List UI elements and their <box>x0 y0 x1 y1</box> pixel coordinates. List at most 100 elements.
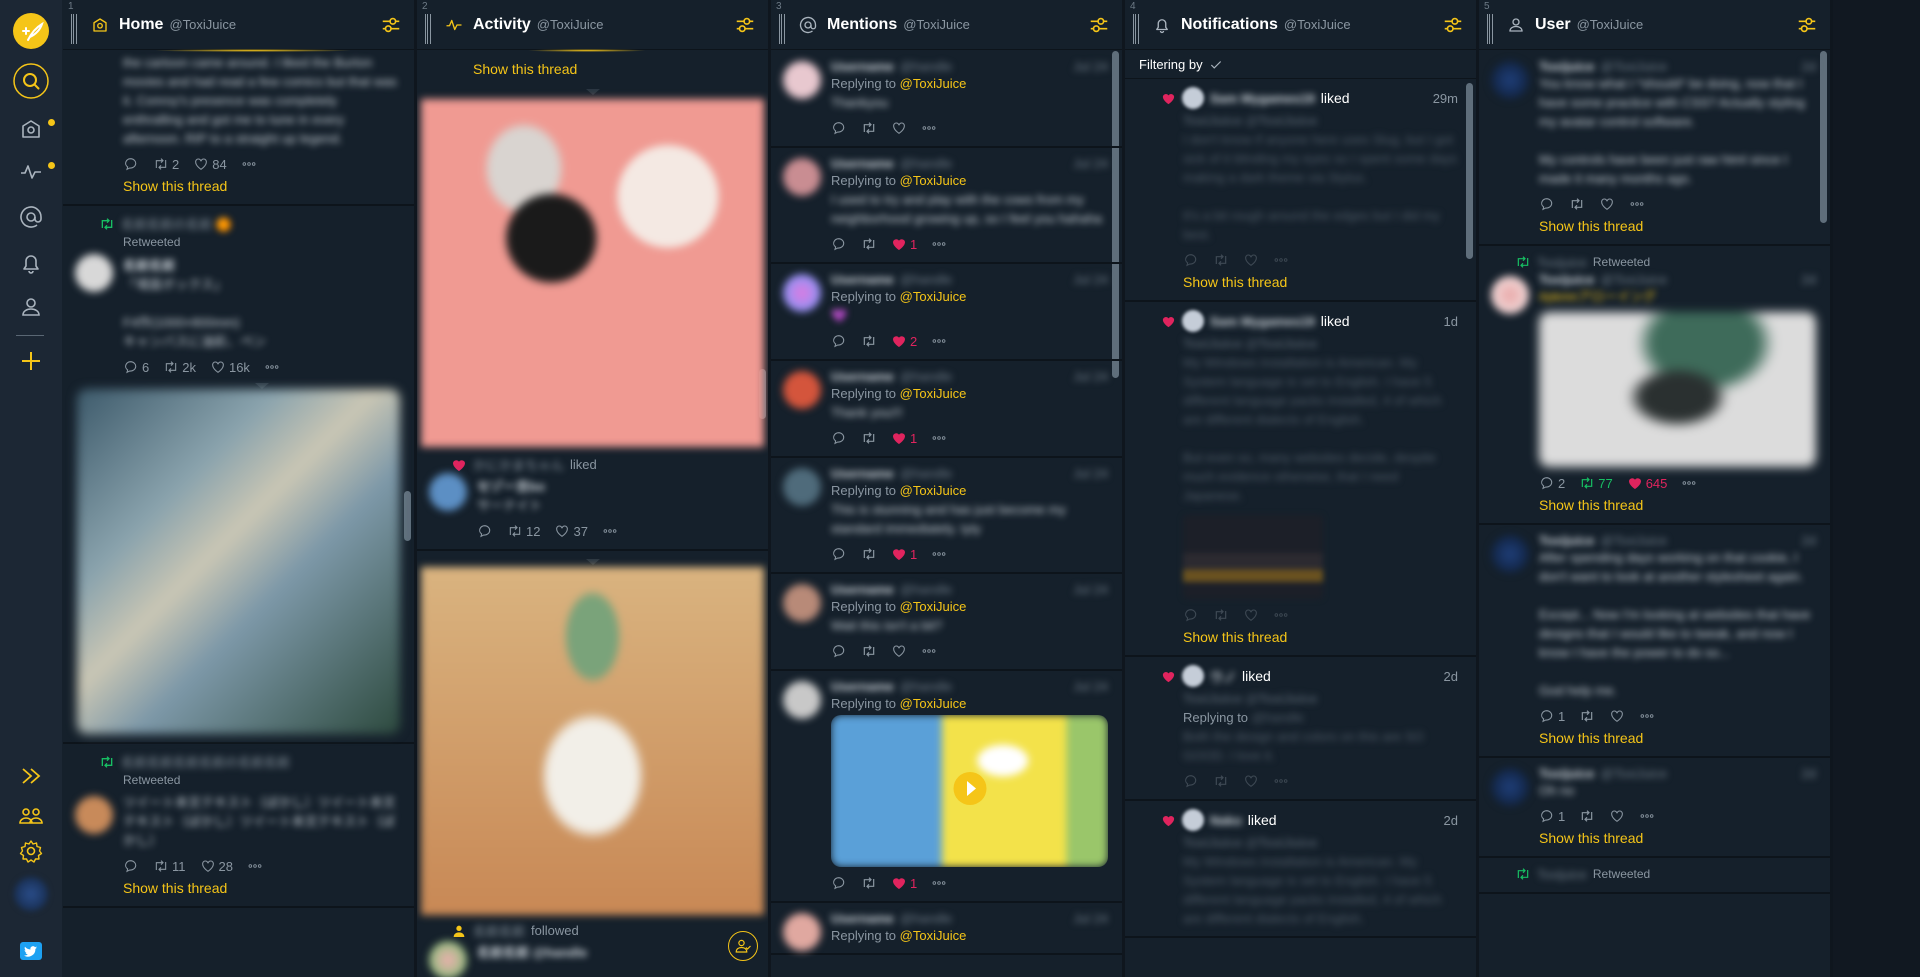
follow-back-button[interactable] <box>728 931 758 961</box>
tweet[interactable]: Toxijuice @ToxiJuice 2d After spending days… <box>1479 525 1830 758</box>
sidebar-item-user[interactable] <box>12 288 50 326</box>
tweet[interactable]: the cartoon came around. I liked the Bur… <box>63 51 414 206</box>
avatar[interactable] <box>429 473 467 511</box>
avatar[interactable] <box>75 796 113 834</box>
tweet-author[interactable]: Username <box>831 582 894 597</box>
notification-item[interactable]: ウノ liked 2d ToxiJuice @ToxiJuice Replying to… <box>1125 657 1476 801</box>
tweet-media-image[interactable] <box>77 389 400 734</box>
like-button[interactable] <box>891 643 907 659</box>
more-button[interactable] <box>1681 475 1697 491</box>
retweet-button[interactable]: 2 <box>153 156 179 172</box>
like-button[interactable] <box>1243 252 1259 268</box>
drag-handle[interactable] <box>425 14 431 44</box>
reply-button[interactable] <box>1183 252 1199 268</box>
tweet-author[interactable]: Username <box>831 272 894 287</box>
more-button[interactable] <box>1273 607 1289 623</box>
activity-like-item[interactable]: かにかまちゃん liked セゾー吉bo サーナイト 12 37 <box>417 447 768 551</box>
tweet-author[interactable]: Username <box>831 679 894 694</box>
liker-name[interactable]: ウノ <box>1210 667 1236 686</box>
retweet-button[interactable] <box>861 236 877 252</box>
retweet-button[interactable] <box>1213 607 1229 623</box>
liker-name[interactable]: Sam Mygames19 <box>1210 314 1315 329</box>
avatar[interactable] <box>783 913 821 951</box>
avatar[interactable] <box>75 254 113 292</box>
avatar[interactable] <box>783 584 821 622</box>
show-thread-link[interactable]: Show this thread <box>1539 830 1643 846</box>
show-thread-link[interactable]: Show this thread <box>1539 497 1643 513</box>
more-button[interactable] <box>1639 708 1655 724</box>
tweet[interactable]: Username @handle Jul 24 Replying to @ToxiJu… <box>771 574 1122 671</box>
more-button[interactable] <box>1273 773 1289 789</box>
tweet-media-video[interactable] <box>831 715 1108 867</box>
like-button[interactable]: 1 <box>891 875 917 891</box>
column-settings-icon[interactable] <box>734 14 756 36</box>
tweet[interactable]: Username @handle Jul 24 Replying to @ToxiJu… <box>771 903 1122 955</box>
reply-button[interactable] <box>831 236 847 252</box>
like-button[interactable]: 28 <box>200 858 233 874</box>
drag-handle[interactable] <box>1487 14 1493 44</box>
more-button[interactable] <box>1629 196 1645 212</box>
replying-handle-link[interactable]: @ToxiJuice <box>900 483 967 498</box>
replying-handle-link[interactable]: @ToxiJuice <box>900 76 967 91</box>
like-button[interactable]: 1 <box>891 236 917 252</box>
avatar[interactable] <box>1182 310 1204 332</box>
retweet-button[interactable] <box>1213 773 1229 789</box>
reply-button[interactable] <box>831 643 847 659</box>
more-button[interactable] <box>921 643 937 659</box>
like-button[interactable] <box>1599 196 1615 212</box>
more-button[interactable] <box>241 156 257 172</box>
sidebar-item-notifications[interactable] <box>12 244 50 282</box>
more-button[interactable] <box>264 359 280 375</box>
tweet-author[interactable]: Username <box>831 466 894 481</box>
retweet-button[interactable] <box>1579 808 1595 824</box>
avatar[interactable] <box>1491 276 1529 314</box>
tweet-author[interactable]: ToxiJuice @ToxiJuice <box>1183 691 1317 706</box>
avatar[interactable] <box>783 468 821 506</box>
retweet-button[interactable] <box>1213 252 1229 268</box>
avatar[interactable] <box>1182 87 1204 109</box>
replying-handle-link[interactable]: @ToxiJuice <box>900 696 967 711</box>
twitter-button[interactable] <box>12 932 50 970</box>
more-button[interactable] <box>1639 808 1655 824</box>
tweet[interactable]: Username @handle Jul 24 Replying to @ToxiJu… <box>771 458 1122 574</box>
retweet-button[interactable] <box>861 643 877 659</box>
tweet[interactable]: 名前名前の名前 🟠 Retweeted 名前名前 「場面ボックス」 F4作(10… <box>63 206 414 744</box>
tweet-media-image[interactable] <box>421 567 764 915</box>
tweet[interactable]: Username @handle Jul 24 Replying to @ToxiJu… <box>771 264 1122 361</box>
tweet-author[interactable]: Toxijuice <box>1539 272 1594 287</box>
column-settings-icon[interactable] <box>1442 14 1464 36</box>
tweet[interactable]: Toxijuice Retweeted Toxijuice @ToxiJuice 2d #… <box>1479 246 1830 525</box>
retweet-button[interactable] <box>1569 196 1585 212</box>
like-button[interactable] <box>1243 773 1259 789</box>
reply-button[interactable] <box>831 430 847 446</box>
like-button[interactable]: 645 <box>1627 475 1667 491</box>
filter-bar[interactable]: Filtering by <box>1125 51 1476 79</box>
replying-handle-link[interactable]: @ToxiJuice <box>900 928 967 943</box>
retweet-button[interactable]: 12 <box>507 523 540 539</box>
column-settings-icon[interactable] <box>1796 14 1818 36</box>
retweet-button[interactable] <box>861 333 877 349</box>
reply-button[interactable] <box>831 546 847 562</box>
tweet-author[interactable]: Toxijuice <box>1539 59 1594 74</box>
show-thread-link[interactable]: Show this thread <box>473 61 577 77</box>
activity-follow-item[interactable]: 名前名前 followed 名前名前 @handle <box>417 915 768 977</box>
like-button[interactable] <box>1243 607 1259 623</box>
play-button[interactable] <box>952 771 988 812</box>
like-button[interactable] <box>1609 808 1625 824</box>
tweet-author[interactable]: ToxiJuice @ToxiJuice <box>1183 336 1317 351</box>
reply-button[interactable]: 1 <box>1539 708 1565 724</box>
liker-name[interactable]: Sam Mygames19 <box>1210 91 1315 106</box>
reply-button[interactable] <box>477 523 493 539</box>
reply-button[interactable] <box>831 333 847 349</box>
avatar[interactable] <box>1491 768 1529 806</box>
avatar[interactable] <box>783 371 821 409</box>
more-button[interactable] <box>247 858 263 874</box>
more-button[interactable] <box>931 430 947 446</box>
accounts-button[interactable] <box>12 797 50 835</box>
show-thread-link[interactable]: Show this thread <box>1183 629 1287 645</box>
retweet-button[interactable] <box>861 430 877 446</box>
like-button[interactable]: 16k <box>210 359 250 375</box>
avatar[interactable] <box>783 681 821 719</box>
avatar[interactable] <box>1491 535 1529 573</box>
tweet-author[interactable]: Username <box>831 59 894 74</box>
